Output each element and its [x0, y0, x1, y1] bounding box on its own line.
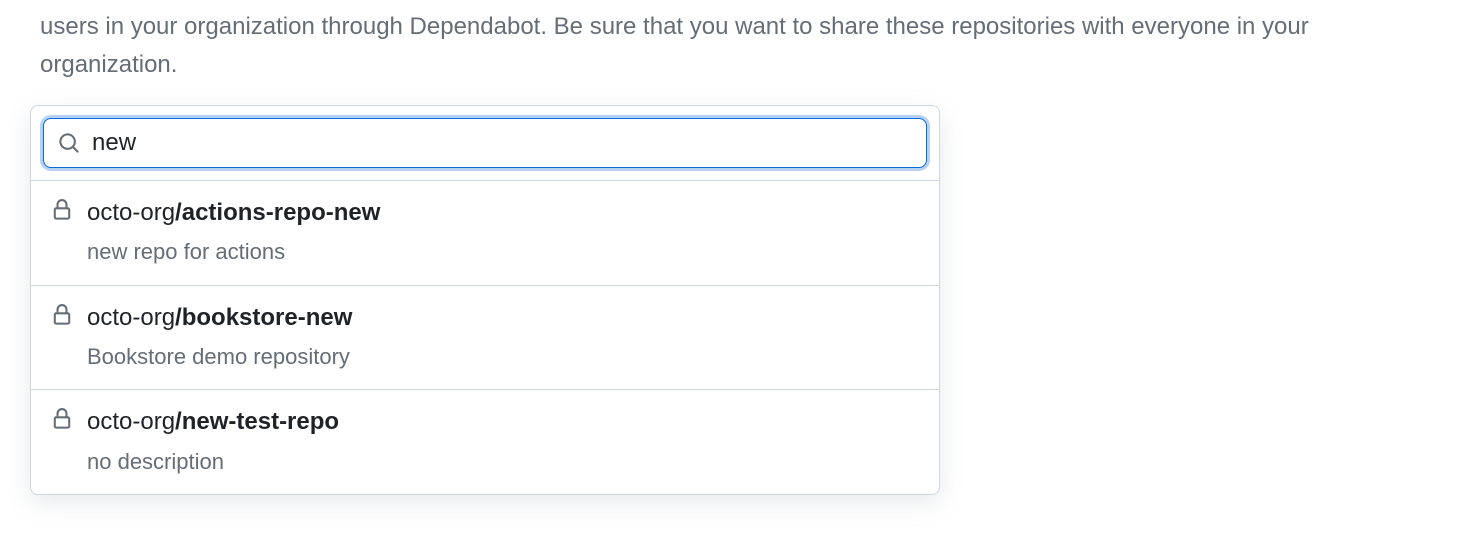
result-content: octo-org/actions-repo-new new repo for a… — [87, 197, 919, 267]
result-repo: bookstore-new — [182, 304, 353, 331]
description-text: users in your organization through Depen… — [0, 0, 1482, 105]
result-title: octo-org/actions-repo-new — [87, 197, 919, 228]
result-content: octo-org/bookstore-new Bookstore demo re… — [87, 302, 919, 372]
result-item[interactable]: octo-org/bookstore-new Bookstore demo re… — [31, 286, 939, 391]
result-title: octo-org/new-test-repo — [87, 406, 919, 437]
result-item[interactable]: octo-org/actions-repo-new new repo for a… — [31, 181, 939, 286]
result-repo: new-test-repo — [182, 408, 339, 435]
lock-icon — [51, 408, 73, 430]
result-org: octo-org — [87, 408, 175, 435]
result-description: Bookstore demo repository — [87, 343, 919, 372]
result-description: no description — [87, 448, 919, 477]
result-description: new repo for actions — [87, 238, 919, 267]
lock-icon — [51, 304, 73, 326]
result-title: octo-org/bookstore-new — [87, 302, 919, 333]
search-box[interactable] — [43, 118, 927, 168]
search-wrapper — [31, 118, 939, 180]
search-icon — [58, 132, 80, 154]
result-repo: actions-repo-new — [182, 199, 381, 226]
results-list: octo-org/actions-repo-new new repo for a… — [31, 180, 939, 494]
result-item[interactable]: octo-org/new-test-repo no description — [31, 390, 939, 494]
result-org: octo-org — [87, 199, 175, 226]
lock-icon — [51, 199, 73, 221]
repository-search-dropdown: octo-org/actions-repo-new new repo for a… — [30, 105, 940, 495]
search-input[interactable] — [92, 129, 912, 157]
result-org: octo-org — [87, 304, 175, 331]
result-content: octo-org/new-test-repo no description — [87, 406, 919, 476]
